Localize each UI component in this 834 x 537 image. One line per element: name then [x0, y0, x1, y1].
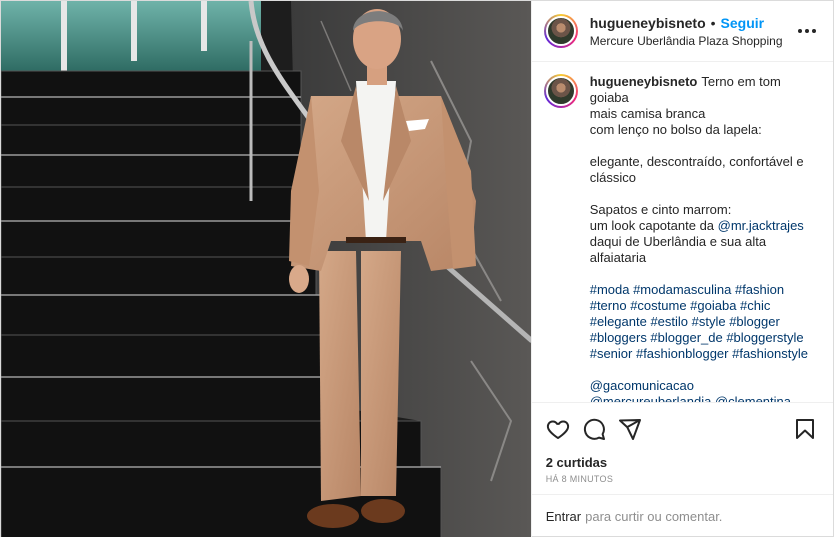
hashtag-line[interactable]: #senior #fashionblogger #fashionstyle — [590, 346, 808, 362]
avatar-image — [545, 76, 576, 106]
caption: hugueneybisneto Terno em tom goiaba mais … — [543, 74, 819, 402]
caption-line: com lenço no bolso da lapela: — [589, 122, 762, 137]
username-link[interactable]: hugueneybisneto — [590, 15, 706, 31]
likes-count[interactable]: 2 curtidas — [532, 454, 833, 472]
hashtag-line[interactable]: #moda #modamasculina #fashion — [590, 282, 808, 298]
caption-avatar[interactable] — [543, 74, 578, 108]
hashtag-line[interactable]: #elegante #estilo #style #blogger — [590, 314, 808, 330]
mention-link[interactable]: @mr.jacktrajes — [718, 218, 804, 233]
caption-line: alfaiataria — [589, 250, 647, 265]
action-bar — [531, 402, 833, 454]
caption-first-line: hugueneybisneto Terno em tom — [590, 74, 808, 90]
caption-text: hugueneybisneto Terno em tom goiaba mais … — [590, 74, 808, 402]
caption-line: Terno em tom — [701, 74, 781, 89]
avatar[interactable] — [543, 14, 578, 48]
avatar-image — [545, 16, 576, 46]
more-horizontal-icon[interactable] — [795, 19, 819, 43]
location-link[interactable]: Mercure Uberlândia Plaza Shopping — [590, 34, 795, 48]
caption-gap — [590, 186, 808, 202]
caption-line: elegante, descontraído, confortável e — [589, 154, 804, 169]
caption-gap — [590, 266, 808, 282]
login-link[interactable]: Entrar — [546, 509, 581, 524]
heart-icon[interactable] — [540, 411, 576, 447]
login-text: para curtir ou comentar. — [585, 509, 723, 524]
caption-line: daqui de Uberlândia e sua alta — [589, 234, 767, 249]
caption-username-link[interactable]: hugueneybisneto — [590, 74, 698, 89]
header-row: hugueneybisneto • Seguir — [590, 15, 795, 31]
caption-line: mais camisa branca — [589, 106, 706, 121]
comments-area[interactable]: hugueneybisneto Terno em tom goiaba mais … — [532, 62, 833, 402]
comment-icon[interactable] — [576, 411, 612, 447]
mention-line[interactable]: @gacomunicacao — [590, 378, 808, 394]
caption-line: clássico — [589, 170, 636, 185]
caption-gap — [590, 362, 808, 378]
post-photo[interactable] — [1, 1, 531, 537]
post-time[interactable]: HÁ 8 MINUTOS — [532, 472, 833, 494]
caption-mention-line: um look capotante da @mr.jacktrajes — [590, 218, 808, 234]
post-side-panel: hugueneybisneto • Seguir Mercure Uberlân… — [530, 1, 833, 537]
header-text: hugueneybisneto • Seguir Mercure Uberlân… — [590, 15, 795, 48]
caption-line: goiaba — [589, 90, 629, 105]
mention-line[interactable]: @mercureuberlandia @clementina — [590, 394, 808, 402]
caption-line: Sapatos e cinto marrom: — [589, 202, 732, 217]
hashtag-line[interactable]: #terno #costume #goiaba #chic — [590, 298, 808, 314]
hashtag-line[interactable]: #bloggers #blogger_de #bloggerstyle — [590, 330, 808, 346]
man-in-suit-on-stairs-image — [1, 1, 531, 537]
bookmark-icon[interactable] — [787, 411, 823, 447]
send-icon[interactable] — [612, 411, 648, 447]
instagram-post: hugueneybisneto • Seguir Mercure Uberlân… — [0, 0, 834, 537]
post-header: hugueneybisneto • Seguir Mercure Uberlân… — [531, 1, 833, 62]
separator-dot: • — [710, 14, 716, 31]
caption-gap — [590, 138, 808, 154]
caption-line-prefix: um look capotante da — [589, 218, 718, 233]
login-prompt: Entrar para curtir ou comentar. — [531, 494, 833, 537]
follow-button[interactable]: Seguir — [721, 15, 765, 31]
